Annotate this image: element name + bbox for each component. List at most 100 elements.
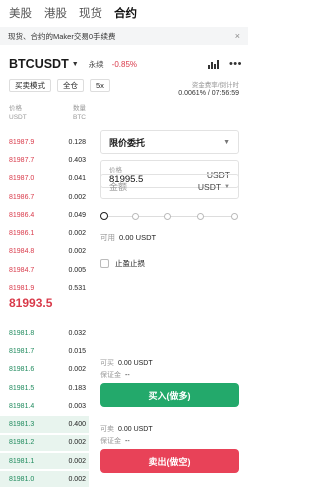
ask-qty: 0.531 bbox=[68, 285, 86, 293]
bid-price: 81981.0 bbox=[9, 476, 35, 484]
bid-qty: 0.183 bbox=[68, 384, 86, 392]
leverage-button[interactable]: 5x bbox=[90, 79, 110, 92]
bid-price: 81981.8 bbox=[9, 329, 35, 337]
bid-qty: 0.015 bbox=[68, 347, 86, 355]
bid-price: 81981.6 bbox=[9, 366, 35, 374]
margin-mode-button[interactable]: 全仓 bbox=[57, 79, 84, 92]
buy-available-value: 0.00 USDT bbox=[118, 360, 153, 367]
mode-button[interactable]: 买卖模式 bbox=[9, 79, 51, 92]
bid-row[interactable]: 81981.7 0.015 bbox=[9, 342, 86, 360]
funding-value: 0.0061% / 07:56:59 bbox=[178, 90, 239, 97]
order-type-label: 限价委托 bbox=[109, 137, 146, 148]
ask-list: 81987.9 0.128 81987.7 0.403 81987.0 0.041 8198… bbox=[9, 133, 86, 298]
funding-label: 资金费率/倒计时 bbox=[191, 82, 239, 89]
tpsl-label: 止盈止损 bbox=[115, 259, 145, 268]
ask-row[interactable]: 81987.0 0.041 bbox=[9, 170, 86, 188]
bid-qty: 0.003 bbox=[68, 402, 86, 410]
ask-row[interactable]: 81986.4 0.049 bbox=[9, 206, 86, 224]
bid-qty: 0.002 bbox=[68, 457, 86, 465]
checkbox-icon[interactable] bbox=[100, 259, 109, 268]
amount-slider[interactable] bbox=[100, 212, 239, 222]
bid-qty: 0.400 bbox=[68, 421, 86, 429]
ask-row[interactable]: 81987.7 0.403 bbox=[9, 151, 86, 169]
bid-qty: 0.002 bbox=[68, 366, 86, 374]
bid-row[interactable]: 81981.0 0.002 bbox=[0, 470, 89, 487]
close-icon[interactable]: × bbox=[235, 31, 240, 41]
available-label: 可用 bbox=[100, 233, 115, 242]
bid-row[interactable]: 81981.6 0.002 bbox=[9, 361, 86, 379]
ask-row[interactable]: 81984.7 0.005 bbox=[9, 261, 86, 279]
qty-unit: BTC bbox=[73, 114, 86, 121]
tab-hk-stocks[interactable]: 港股 bbox=[44, 5, 67, 21]
buy-long-button[interactable]: 买入(做多) bbox=[100, 383, 239, 407]
ask-price: 81986.4 bbox=[9, 211, 35, 219]
caret-down-icon: ▼ bbox=[224, 183, 230, 190]
ask-price: 81986.1 bbox=[9, 230, 35, 238]
contract-type: 永续 bbox=[88, 59, 104, 69]
sell-short-button[interactable]: 卖出(做空) bbox=[100, 449, 239, 473]
more-icon[interactable]: ••• bbox=[229, 59, 242, 70]
tpsl-checkbox[interactable]: 止盈止损 bbox=[100, 258, 239, 269]
slider-stop-75[interactable] bbox=[197, 213, 204, 220]
slider-stop-100[interactable] bbox=[231, 213, 238, 220]
bid-price: 81981.5 bbox=[9, 384, 35, 392]
slider-handle[interactable] bbox=[100, 212, 108, 220]
bid-qty: 0.002 bbox=[68, 476, 86, 484]
qty-header: 数量 bbox=[73, 105, 86, 112]
available-balance: 可用 0.00 USDT bbox=[100, 232, 239, 243]
ask-qty: 0.002 bbox=[68, 230, 86, 238]
promo-banner: 现货、合约的Maker交易0手续费 × bbox=[0, 27, 248, 45]
caret-down-icon: ▼ bbox=[223, 138, 230, 146]
amount-placeholder: 金额 bbox=[109, 182, 128, 192]
banner-text: 现货、合约的Maker交易0手续费 bbox=[8, 31, 116, 41]
amount-input[interactable]: 金额 USDT ▼ bbox=[100, 174, 239, 199]
bid-row[interactable]: 81981.5 0.183 bbox=[9, 379, 86, 397]
chart-icon[interactable] bbox=[207, 59, 219, 69]
trade-settings: 买卖模式 全仓 5x bbox=[9, 79, 110, 92]
sell-available-label: 可卖 bbox=[100, 426, 114, 433]
sell-margin-value: -- bbox=[125, 438, 130, 445]
ask-price: 81987.0 bbox=[9, 175, 35, 183]
market-tabs: 美股 港股 现货 合约 bbox=[0, 0, 248, 26]
ask-qty: 0.005 bbox=[68, 266, 86, 274]
ask-row[interactable]: 81987.9 0.128 bbox=[9, 133, 86, 151]
bid-price: 81981.1 bbox=[9, 457, 35, 465]
bid-row[interactable]: 81981.2 0.002 bbox=[0, 434, 89, 452]
bid-price: 81981.3 bbox=[9, 421, 35, 429]
funding-info: 资金费率/倒计时 0.0061% / 07:56:59 bbox=[178, 79, 239, 97]
ask-row[interactable]: 81984.8 0.002 bbox=[9, 243, 86, 261]
sell-available-value: 0.00 USDT bbox=[118, 426, 153, 433]
slider-stop-25[interactable] bbox=[132, 213, 139, 220]
buy-margin-value: -- bbox=[125, 372, 130, 379]
bid-qty: 0.032 bbox=[68, 329, 86, 337]
bid-row[interactable]: 81981.3 0.400 bbox=[0, 415, 89, 433]
tab-us-stocks[interactable]: 美股 bbox=[9, 5, 32, 21]
caret-down-icon[interactable]: ▼ bbox=[72, 61, 79, 68]
ask-row[interactable]: 81986.1 0.002 bbox=[9, 224, 86, 242]
ask-row[interactable]: 81986.7 0.002 bbox=[9, 188, 86, 206]
ask-price: 81986.7 bbox=[9, 193, 35, 201]
sell-margin: 保证金 -- bbox=[100, 436, 239, 446]
order-type-select[interactable]: 限价委托 ▼ bbox=[100, 130, 239, 154]
bid-list: 81981.8 0.032 81981.7 0.015 81981.6 0.002 8198… bbox=[0, 324, 89, 487]
tab-spot[interactable]: 现货 bbox=[79, 5, 102, 21]
symbol-name[interactable]: BTCUSDT bbox=[9, 57, 69, 71]
bid-price: 81981.2 bbox=[9, 439, 35, 447]
sell-margin-label: 保证金 bbox=[100, 438, 121, 445]
ask-price: 81984.7 bbox=[9, 266, 35, 274]
ask-qty: 0.049 bbox=[68, 211, 86, 219]
buy-available-label: 可买 bbox=[100, 360, 114, 367]
amount-unit[interactable]: USDT bbox=[198, 182, 221, 192]
price-unit: USDT bbox=[9, 114, 27, 121]
ask-qty: 0.002 bbox=[68, 248, 86, 256]
bid-row[interactable]: 81981.1 0.002 bbox=[0, 452, 89, 470]
ask-price: 81987.9 bbox=[9, 138, 35, 146]
bid-qty: 0.002 bbox=[68, 439, 86, 447]
ask-row[interactable]: 81981.9 0.531 bbox=[9, 279, 86, 297]
bid-row[interactable]: 81981.4 0.003 bbox=[9, 397, 86, 415]
price-change: -0.85% bbox=[111, 59, 138, 69]
bid-row[interactable]: 81981.8 0.032 bbox=[9, 324, 86, 342]
slider-stop-50[interactable] bbox=[164, 213, 171, 220]
tab-contracts[interactable]: 合约 bbox=[114, 5, 137, 21]
sell-available: 可卖 0.00 USDT bbox=[100, 424, 239, 434]
